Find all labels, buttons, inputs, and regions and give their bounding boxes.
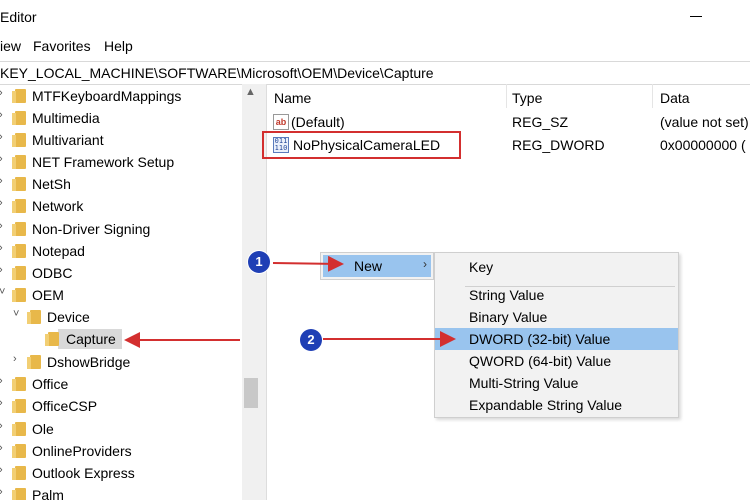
tree-item[interactable]: ›Multivariant <box>0 129 242 151</box>
menu-favorites[interactable]: Favorites <box>33 38 91 54</box>
tree-item[interactable]: ›Ole <box>0 418 242 440</box>
tree-item-device[interactable]: ˅ Device <box>0 306 242 328</box>
key-tree[interactable]: ›MTFKeyboardMappings ›Multimedia ›Multiv… <box>0 84 242 500</box>
column-header-data[interactable]: Data <box>660 90 690 106</box>
submenu-item-string-value[interactable]: String Value <box>435 284 678 306</box>
tree-item[interactable]: ›OnlineProviders <box>0 440 242 462</box>
tree-item[interactable]: ›ODBC <box>0 262 242 284</box>
folder-icon <box>12 466 26 480</box>
folder-icon <box>45 332 59 346</box>
folder-icon <box>12 133 26 147</box>
folder-icon <box>12 244 26 258</box>
tree-item[interactable]: ›OfficeCSP <box>0 395 242 417</box>
tree-item[interactable]: ›NET Framework Setup <box>0 151 242 173</box>
submenu-item-dword-value[interactable]: DWORD (32-bit) Value <box>435 328 678 350</box>
tree-item-dshowbridge[interactable]: › DshowBridge <box>0 351 242 373</box>
submenu-item-qword-value[interactable]: QWORD (64-bit) Value <box>435 350 678 372</box>
tree-item[interactable]: ›Non-Driver Signing <box>0 218 242 240</box>
submenu-item-binary-value[interactable]: Binary Value <box>435 306 678 328</box>
tree-item[interactable]: ›Network <box>0 195 242 217</box>
step-badge-2: 2 <box>300 329 322 351</box>
tree-item-capture[interactable]: Capture <box>0 328 242 350</box>
address-path: KEY_LOCAL_MACHINE\SOFTWARE\Microsoft\OEM… <box>0 65 434 81</box>
folder-icon <box>12 399 26 413</box>
menu-bar: iew Favorites Help <box>0 34 750 58</box>
folder-icon <box>12 177 26 191</box>
window-title: Editor <box>0 9 37 25</box>
folder-icon <box>27 355 41 369</box>
tree-item-oem[interactable]: ˅ OEM <box>0 284 242 306</box>
value-row-default[interactable]: ab (Default) REG_SZ (value not set) <box>267 111 750 133</box>
menu-item-new-label: New <box>354 258 383 274</box>
folder-icon <box>27 310 41 324</box>
step-badge-1: 1 <box>248 251 270 273</box>
tree-scrollbar[interactable]: ▲ <box>242 84 260 500</box>
tree-item[interactable]: ›MTFKeyboardMappings <box>0 85 242 107</box>
folder-icon <box>12 444 26 458</box>
tree-item[interactable]: ›NetSh <box>0 173 242 195</box>
folder-icon <box>12 377 26 391</box>
tree-item[interactable]: ›Outlook Express <box>0 462 242 484</box>
tree-item[interactable]: ›Palm <box>0 484 242 500</box>
folder-icon <box>12 266 26 280</box>
menu-help[interactable]: Help <box>104 38 133 54</box>
minimize-icon[interactable] <box>690 16 702 17</box>
tree-item[interactable]: ›Office <box>0 373 242 395</box>
tree-item[interactable]: ›Multimedia <box>0 107 242 129</box>
tree-item[interactable]: ›Notepad <box>0 240 242 262</box>
folder-icon <box>12 89 26 103</box>
title-bar: Editor <box>0 0 750 34</box>
column-divider[interactable] <box>652 84 653 108</box>
folder-icon <box>12 488 26 500</box>
submenu-item-key[interactable]: Key <box>435 256 678 278</box>
column-header-name[interactable]: Name <box>274 90 311 106</box>
new-submenu: Key String Value Binary Value DWORD (32-… <box>434 252 679 418</box>
menu-view[interactable]: iew <box>0 38 21 54</box>
column-divider[interactable] <box>506 84 507 108</box>
submenu-item-multi-string-value[interactable]: Multi-String Value <box>435 372 678 394</box>
column-header-type[interactable]: Type <box>512 90 542 106</box>
folder-icon <box>12 111 26 125</box>
annotation-highlight-box <box>262 131 461 159</box>
submenu-item-expandable-string-value[interactable]: Expandable String Value <box>435 394 678 416</box>
folder-icon <box>12 199 26 213</box>
scroll-up-icon[interactable]: ▲ <box>245 86 256 98</box>
folder-icon <box>12 155 26 169</box>
scrollbar-thumb[interactable] <box>244 378 258 408</box>
address-bar[interactable]: KEY_LOCAL_MACHINE\SOFTWARE\Microsoft\OEM… <box>0 61 750 85</box>
submenu-arrow-icon: › <box>423 257 427 271</box>
string-value-icon: ab <box>273 114 289 130</box>
folder-icon <box>12 222 26 236</box>
folder-icon <box>12 288 26 302</box>
folder-icon <box>12 422 26 436</box>
context-menu: New › <box>320 252 434 280</box>
